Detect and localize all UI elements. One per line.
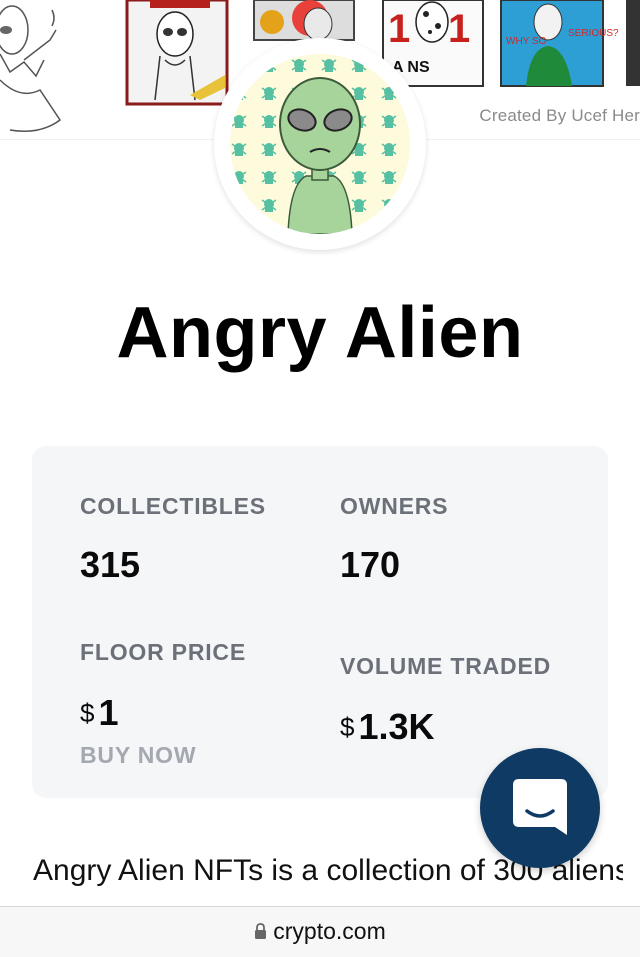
- volume-traded-label: VOLUME TRADED: [340, 653, 552, 679]
- owners-label: OWNERS: [340, 493, 449, 519]
- volume-traded-value: $1.3K: [340, 706, 435, 748]
- svg-text:1: 1: [388, 7, 410, 51]
- buy-now-link[interactable]: BUY NOW: [80, 742, 196, 769]
- stats-card: COLLECTIBLES 315 OWNERS 170 FLOOR PRICE …: [32, 446, 608, 798]
- browser-url-bar[interactable]: crypto.com: [0, 906, 640, 957]
- floor-price-currency: $: [80, 698, 95, 728]
- volume-amount: 1.3K: [358, 706, 435, 747]
- floor-price-label: FLOOR PRICE: [80, 639, 246, 665]
- collectibles-label: COLLECTIBLES: [80, 493, 266, 519]
- owners-value: 170: [340, 544, 401, 585]
- svg-text:WHY SO: WHY SO: [506, 36, 547, 47]
- chat-icon: [513, 779, 567, 835]
- floor-price-value: $1: [80, 692, 119, 734]
- alien-avatar-icon: [230, 54, 410, 234]
- volume-currency: $: [340, 712, 355, 742]
- floor-price-amount: 1: [98, 692, 119, 733]
- svg-text:SERIOUS?: SERIOUS?: [568, 28, 619, 39]
- url-text: crypto.com: [273, 917, 386, 944]
- lock-icon: [255, 922, 267, 939]
- collectibles-value: 315: [80, 544, 141, 585]
- chat-button[interactable]: [480, 748, 600, 868]
- banner-credit: Created By Ucef Her: [479, 106, 640, 125]
- collection-title: Angry Alien: [116, 293, 524, 373]
- collection-avatar: [214, 38, 426, 250]
- svg-text:1: 1: [448, 7, 470, 51]
